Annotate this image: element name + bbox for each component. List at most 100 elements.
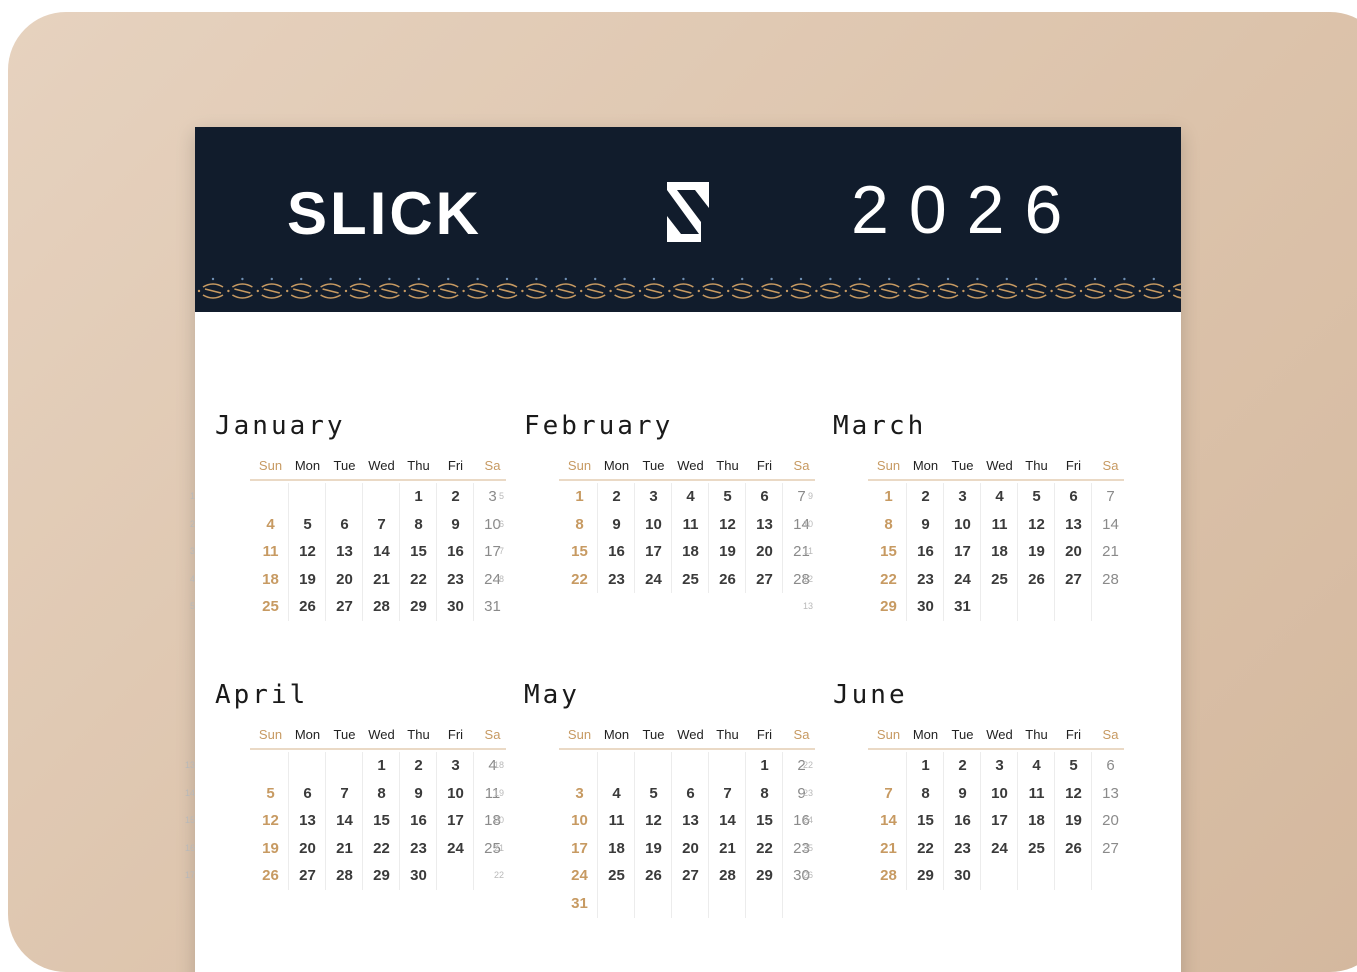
- day-cell[interactable]: 15: [363, 807, 400, 834]
- day-cell[interactable]: 15: [400, 538, 437, 565]
- day-cell[interactable]: 2: [944, 752, 981, 779]
- day-cell[interactable]: 25: [672, 566, 709, 593]
- day-cell[interactable]: 27: [1092, 835, 1129, 862]
- day-cell[interactable]: 6: [1055, 483, 1092, 510]
- day-cell[interactable]: 22: [746, 835, 783, 862]
- day-cell[interactable]: 27: [289, 862, 326, 889]
- day-cell[interactable]: 30: [437, 593, 474, 620]
- day-cell[interactable]: 11: [598, 807, 635, 834]
- day-cell[interactable]: 8: [363, 780, 400, 807]
- day-cell[interactable]: 21: [326, 835, 363, 862]
- day-cell[interactable]: 27: [672, 862, 709, 889]
- day-cell[interactable]: 18: [981, 538, 1018, 565]
- day-cell[interactable]: 14: [870, 807, 907, 834]
- day-cell[interactable]: 17: [561, 835, 598, 862]
- day-cell[interactable]: 11: [1018, 780, 1055, 807]
- day-cell[interactable]: 23: [400, 835, 437, 862]
- day-cell[interactable]: 9: [907, 511, 944, 538]
- day-cell[interactable]: 20: [326, 566, 363, 593]
- day-cell[interactable]: 20: [289, 835, 326, 862]
- day-cell[interactable]: 7: [870, 780, 907, 807]
- day-cell[interactable]: 27: [1055, 566, 1092, 593]
- day-cell[interactable]: 31: [944, 593, 981, 620]
- day-cell[interactable]: 5: [1055, 752, 1092, 779]
- day-cell[interactable]: 31: [561, 890, 598, 917]
- day-cell[interactable]: 21: [870, 835, 907, 862]
- day-cell[interactable]: 19: [289, 566, 326, 593]
- day-cell[interactable]: 20: [1092, 807, 1129, 834]
- day-cell[interactable]: 26: [635, 862, 672, 889]
- day-cell[interactable]: 15: [561, 538, 598, 565]
- day-cell[interactable]: 9: [437, 511, 474, 538]
- day-cell[interactable]: 5: [709, 483, 746, 510]
- day-cell[interactable]: 12: [1055, 780, 1092, 807]
- day-cell[interactable]: 1: [400, 483, 437, 510]
- day-cell[interactable]: 26: [289, 593, 326, 620]
- day-cell[interactable]: 24: [437, 835, 474, 862]
- day-cell[interactable]: 24: [561, 862, 598, 889]
- day-cell[interactable]: 1: [907, 752, 944, 779]
- day-cell[interactable]: 12: [709, 511, 746, 538]
- day-cell[interactable]: 23: [437, 566, 474, 593]
- day-cell[interactable]: 4: [598, 780, 635, 807]
- day-cell[interactable]: 9: [400, 780, 437, 807]
- day-cell[interactable]: 15: [870, 538, 907, 565]
- day-cell[interactable]: 9: [598, 511, 635, 538]
- day-cell[interactable]: 17: [944, 538, 981, 565]
- day-cell[interactable]: 13: [326, 538, 363, 565]
- day-cell[interactable]: 21: [363, 566, 400, 593]
- day-cell[interactable]: 28: [709, 862, 746, 889]
- day-cell[interactable]: 25: [1018, 835, 1055, 862]
- day-cell[interactable]: 13: [672, 807, 709, 834]
- day-cell[interactable]: 26: [1055, 835, 1092, 862]
- day-cell[interactable]: 8: [746, 780, 783, 807]
- day-cell[interactable]: 29: [907, 862, 944, 889]
- day-cell[interactable]: 19: [252, 835, 289, 862]
- day-cell[interactable]: 8: [561, 511, 598, 538]
- day-cell[interactable]: 17: [635, 538, 672, 565]
- day-cell[interactable]: 21: [709, 835, 746, 862]
- day-cell[interactable]: 16: [598, 538, 635, 565]
- day-cell[interactable]: 29: [870, 593, 907, 620]
- day-cell[interactable]: 28: [1092, 566, 1129, 593]
- day-cell[interactable]: 24: [981, 835, 1018, 862]
- day-cell[interactable]: 13: [1092, 780, 1129, 807]
- day-cell[interactable]: 25: [252, 593, 289, 620]
- day-cell[interactable]: 5: [635, 780, 672, 807]
- day-cell[interactable]: 25: [598, 862, 635, 889]
- day-cell[interactable]: 4: [981, 483, 1018, 510]
- day-cell[interactable]: 22: [400, 566, 437, 593]
- day-cell[interactable]: 7: [363, 511, 400, 538]
- day-cell[interactable]: 17: [437, 807, 474, 834]
- day-cell[interactable]: 15: [907, 807, 944, 834]
- day-cell[interactable]: 1: [561, 483, 598, 510]
- day-cell[interactable]: 10: [981, 780, 1018, 807]
- day-cell[interactable]: 18: [598, 835, 635, 862]
- day-cell[interactable]: 13: [746, 511, 783, 538]
- day-cell[interactable]: 16: [944, 807, 981, 834]
- day-cell[interactable]: 5: [252, 780, 289, 807]
- day-cell[interactable]: 6: [1092, 752, 1129, 779]
- day-cell[interactable]: 20: [1055, 538, 1092, 565]
- day-cell[interactable]: 19: [709, 538, 746, 565]
- day-cell[interactable]: 16: [907, 538, 944, 565]
- day-cell[interactable]: 22: [561, 566, 598, 593]
- day-cell[interactable]: 14: [1092, 511, 1129, 538]
- day-cell[interactable]: 11: [252, 538, 289, 565]
- day-cell[interactable]: 2: [907, 483, 944, 510]
- day-cell[interactable]: 26: [252, 862, 289, 889]
- day-cell[interactable]: 7: [326, 780, 363, 807]
- day-cell[interactable]: 23: [944, 835, 981, 862]
- day-cell[interactable]: 8: [907, 780, 944, 807]
- day-cell[interactable]: 10: [944, 511, 981, 538]
- day-cell[interactable]: 2: [437, 483, 474, 510]
- day-cell[interactable]: 18: [1018, 807, 1055, 834]
- day-cell[interactable]: 30: [400, 862, 437, 889]
- day-cell[interactable]: 9: [944, 780, 981, 807]
- day-cell[interactable]: 14: [363, 538, 400, 565]
- day-cell[interactable]: 28: [870, 862, 907, 889]
- day-cell[interactable]: 13: [1055, 511, 1092, 538]
- day-cell[interactable]: 2: [598, 483, 635, 510]
- day-cell[interactable]: 19: [635, 835, 672, 862]
- day-cell[interactable]: 20: [746, 538, 783, 565]
